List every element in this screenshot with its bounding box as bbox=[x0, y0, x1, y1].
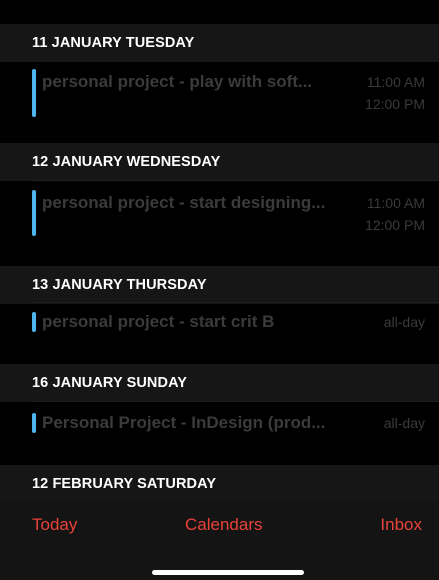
divider bbox=[32, 401, 439, 402]
event-title: personal project - start designing... bbox=[42, 193, 326, 212]
event-row[interactable]: personal project - play with soft... 11:… bbox=[0, 62, 439, 132]
section-header-jan-16: 16 JANUARY SUNDAY bbox=[0, 364, 439, 402]
event-list: 11 JANUARY TUESDAY personal project - pl… bbox=[0, 0, 439, 500]
event-start-time: 11:00 AM bbox=[366, 74, 425, 90]
event-row[interactable]: Personal Project - InDesign (prod... all… bbox=[0, 403, 439, 453]
event-title: personal project - play with soft... bbox=[42, 72, 313, 91]
calendar-color-bar bbox=[32, 413, 36, 433]
event-time-all-day: all-day bbox=[383, 415, 425, 431]
section-header-jan-11: 11 JANUARY TUESDAY bbox=[0, 24, 439, 62]
calendar-color-bar bbox=[32, 312, 36, 332]
event-end-time: 12:00 PM bbox=[365, 96, 425, 112]
event-row[interactable]: personal project - start crit B all-day bbox=[0, 304, 439, 354]
calendars-button[interactable]: Calendars bbox=[185, 515, 263, 535]
calendar-color-bar bbox=[32, 190, 36, 236]
today-button[interactable]: Today bbox=[32, 515, 77, 535]
event-time-all-day: all-day bbox=[383, 314, 425, 330]
calendar-color-bar bbox=[32, 69, 36, 117]
bottom-toolbar: Today Calendars Inbox bbox=[0, 500, 439, 580]
home-indicator[interactable] bbox=[152, 570, 304, 575]
divider bbox=[32, 302, 439, 303]
event-end-time: 12:00 PM bbox=[365, 217, 425, 233]
section-header-jan-12: 12 JANUARY WEDNESDAY bbox=[0, 143, 439, 181]
section-header-feb-12: 12 FEBRUARY SATURDAY bbox=[0, 465, 439, 500]
event-row[interactable]: personal project - start designing... 11… bbox=[0, 181, 439, 251]
section-header-jan-13: 13 JANUARY THURSDAY bbox=[0, 266, 439, 304]
event-title: personal project - start crit B bbox=[42, 312, 275, 331]
event-start-time: 11:00 AM bbox=[366, 195, 425, 211]
inbox-button[interactable]: Inbox bbox=[380, 515, 422, 535]
event-title: Personal Project - InDesign (prod... bbox=[42, 413, 326, 432]
